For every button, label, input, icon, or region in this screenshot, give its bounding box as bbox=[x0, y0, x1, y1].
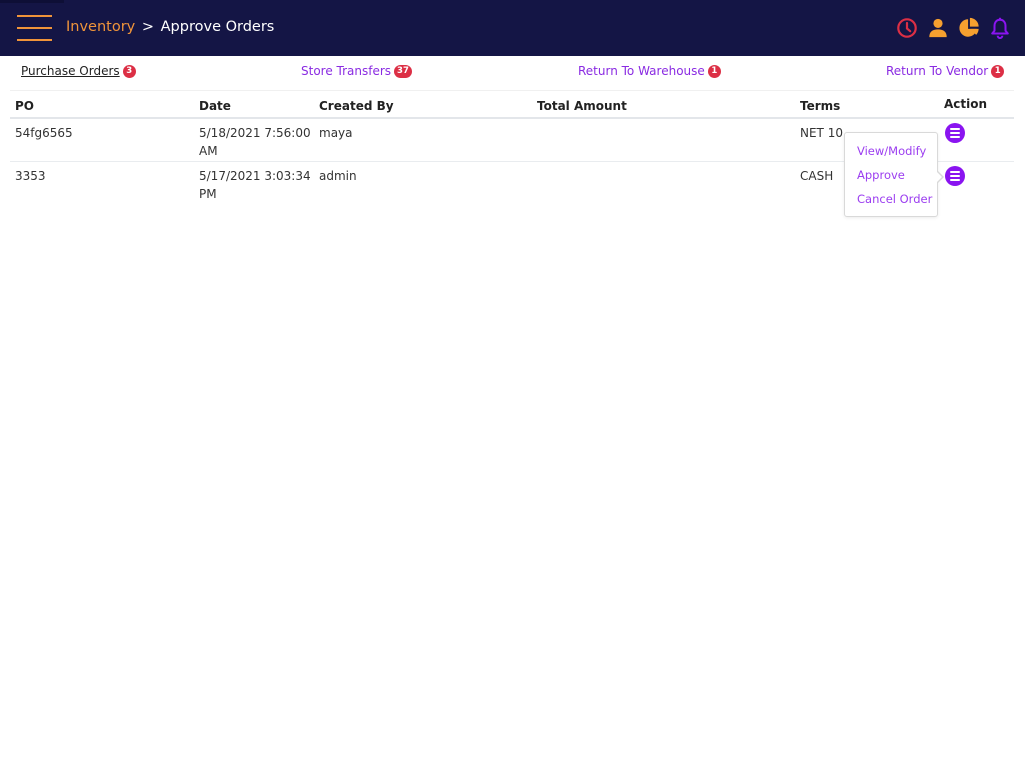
menu-item-approve[interactable]: Approve bbox=[857, 168, 905, 182]
pie-chart-icon[interactable] bbox=[958, 17, 980, 39]
cell-date: 5/18/2021 7:56:00 AM bbox=[199, 126, 311, 158]
top-navbar: Inventory > Approve Orders bbox=[0, 0, 1025, 56]
action-menu-popover: View/Modify Approve Cancel Order bbox=[844, 132, 944, 217]
tab-label: Return To Vendor bbox=[886, 64, 989, 78]
tab-label: Purchase Orders bbox=[21, 64, 120, 78]
column-header-action: Action bbox=[944, 97, 988, 111]
column-header-total-amount[interactable]: Total Amount bbox=[537, 99, 627, 113]
column-header-po[interactable]: PO bbox=[15, 99, 34, 113]
tab-label: Return To Warehouse bbox=[578, 64, 705, 78]
user-icon[interactable] bbox=[927, 17, 949, 39]
row-actions-button[interactable] bbox=[945, 123, 965, 143]
tab-return-to-vendor[interactable]: Return To Vendor 1 bbox=[886, 64, 1005, 78]
tab-purchase-orders[interactable]: Purchase Orders 3 bbox=[21, 64, 136, 78]
cell-terms: NET 10 bbox=[800, 126, 843, 140]
cell-date: 5/17/2021 3:03:34 PM bbox=[199, 169, 311, 201]
menu-item-view-modify[interactable]: View/Modify bbox=[857, 144, 926, 158]
page-title: Approve Orders bbox=[160, 19, 275, 35]
cell-created-by: maya bbox=[319, 126, 353, 140]
tab-label: Store Transfers bbox=[301, 64, 392, 78]
bell-icon[interactable] bbox=[989, 17, 1011, 39]
count-badge: 37 bbox=[394, 64, 412, 78]
cell-po: 3353 bbox=[15, 169, 46, 183]
row-actions-button[interactable] bbox=[945, 166, 965, 186]
cell-terms: CASH bbox=[800, 169, 834, 183]
order-type-tabs: Purchase Orders 3 Store Transfers 37 Ret… bbox=[0, 56, 1025, 88]
column-header-created-by[interactable]: Created By bbox=[319, 99, 394, 113]
count-badge: 3 bbox=[122, 64, 136, 78]
table-header: PO Date Created By Total Amount Terms Ac… bbox=[10, 90, 1014, 119]
navbar-shadow bbox=[0, 0, 64, 3]
breadcrumb-separator: > bbox=[141, 19, 155, 35]
cell-po: 54fg6565 bbox=[15, 126, 73, 140]
clock-icon[interactable] bbox=[896, 17, 918, 39]
count-badge: 1 bbox=[991, 64, 1005, 78]
header-icons bbox=[896, 17, 1011, 39]
menu-icon[interactable] bbox=[17, 15, 52, 41]
cell-created-by: admin bbox=[319, 169, 357, 183]
column-header-terms[interactable]: Terms bbox=[800, 99, 840, 113]
tab-store-transfers[interactable]: Store Transfers 37 bbox=[301, 64, 412, 78]
tab-return-to-warehouse[interactable]: Return To Warehouse 1 bbox=[578, 64, 721, 78]
breadcrumb: Inventory > Approve Orders bbox=[66, 19, 274, 35]
popover-arrow bbox=[936, 170, 944, 184]
column-header-date[interactable]: Date bbox=[199, 99, 311, 113]
menu-item-cancel-order[interactable]: Cancel Order bbox=[857, 192, 932, 206]
breadcrumb-inventory[interactable]: Inventory bbox=[66, 19, 135, 35]
count-badge: 1 bbox=[707, 64, 721, 78]
